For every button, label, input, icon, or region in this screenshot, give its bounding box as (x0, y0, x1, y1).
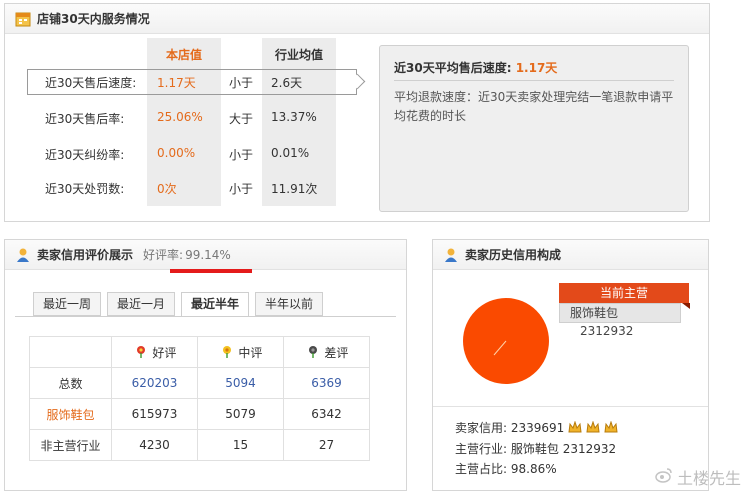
tooltip-description: 平均退款速度：近30天卖家处理完结一笔退款申请平均花费的时长 (394, 90, 674, 123)
tooltip-title: 近30天平均售后速度: 1.17天 (394, 59, 557, 76)
table-corner (29, 336, 112, 368)
store-service-header: 店铺30天内服务情况 (5, 4, 709, 34)
credit-history-panel: 卖家历史信用构成 当前主营 服饰鞋包 2312932 卖家信用: 2339691… (432, 239, 709, 491)
main-category-value: 2312932 (580, 324, 634, 338)
yellow-flower-icon (219, 345, 235, 360)
red-flower-icon (133, 345, 149, 360)
industry-value: 2.6天 (271, 76, 303, 90)
row-label-total: 总数 (29, 367, 112, 399)
category-neutral: 5079 (197, 398, 284, 430)
row-label[interactable]: 近30天处罚数: (45, 180, 124, 197)
credit-history-title: 卖家历史信用构成 (465, 248, 562, 262)
history-divider (433, 406, 708, 407)
compare-text: 大于 (229, 112, 254, 126)
header-good-label: 好评 (152, 345, 177, 360)
industry-value: 11.91次 (271, 182, 318, 196)
header-neutral: 中评 (197, 336, 284, 368)
category-good: 615973 (111, 398, 198, 430)
compare-text: 小于 (229, 182, 254, 196)
header-neutral-label: 中评 (238, 345, 263, 360)
rating-table: 好评 中评 差评 总数 620203 5094 6369 服饰鞋包 615973… (29, 336, 370, 461)
current-main-tag: 当前主营 (559, 283, 690, 309)
non-main-neutral: 15 (197, 429, 284, 461)
watermark: 土楼先生 (655, 465, 741, 489)
header-good: 好评 (111, 336, 198, 368)
main-industry-value: 服饰鞋包 2312932 (510, 442, 617, 456)
row-label[interactable]: 近30天售后率: (45, 110, 124, 127)
row-label[interactable]: 近30天售后速度: (45, 74, 136, 91)
good-rate-underline (170, 269, 252, 273)
user-icon (443, 247, 459, 263)
main-ratio-line: 主营占比: 98.86% (455, 460, 557, 477)
credit-pie-chart (463, 298, 549, 384)
row-label-category: 服饰鞋包 (29, 398, 112, 430)
main-industry-label: 主营行业: (455, 442, 508, 456)
total-good[interactable]: 620203 (111, 367, 198, 399)
table-row: 总数 620203 5094 6369 (29, 367, 370, 399)
non-main-good: 4230 (111, 429, 198, 461)
seller-credit-title: 卖家信用评价展示 (37, 248, 134, 262)
tab-last-week[interactable]: 最近一周 (33, 292, 101, 316)
store-value: 1.17天 (157, 76, 196, 90)
category-bad: 6342 (283, 398, 370, 430)
crown-icon (586, 420, 600, 435)
good-rate-label: 好评率: (143, 248, 184, 262)
weibo-icon (655, 467, 673, 487)
watermark-text: 土楼先生 (676, 469, 741, 488)
industry-value: 13.37% (271, 110, 317, 124)
total-neutral[interactable]: 5094 (197, 367, 284, 399)
tooltip-divider (394, 80, 674, 81)
store-service-title: 店铺30天内服务情况 (37, 12, 150, 26)
non-main-bad: 27 (283, 429, 370, 461)
good-rate-value: 99.14% (185, 247, 231, 262)
compare-text: 小于 (229, 76, 254, 90)
header-bad-label: 差评 (324, 345, 349, 360)
seller-credit-panel: 卖家信用评价展示 好评率: 99.14% 最近一周 最近一月 最近半年 半年以前… (4, 239, 407, 491)
crown-icon (568, 420, 582, 435)
tab-baseline (15, 316, 396, 317)
table-row: 服饰鞋包 615973 5079 6342 (29, 398, 370, 430)
header-bad: 差评 (283, 336, 370, 368)
seller-credit-line: 卖家信用: 2339691 (455, 419, 618, 436)
store-value-header: 本店值 (165, 48, 202, 62)
main-category-tag: 服饰鞋包 2312932 (559, 303, 681, 338)
seller-credit-label: 卖家信用: (455, 421, 508, 435)
store-value: 0次 (157, 182, 177, 196)
main-category-name: 服饰鞋包 (570, 306, 619, 320)
compare-text: 小于 (229, 148, 254, 162)
main-ratio-value: 98.86% (510, 462, 557, 476)
tooltip-title-value: 1.17天 (515, 61, 558, 75)
row-label[interactable]: 近30天纠纷率: (45, 146, 124, 163)
seller-credit-header: 卖家信用评价展示 好评率: 99.14% (5, 240, 406, 270)
metric-tooltip: 近30天平均售后速度: 1.17天 平均退款速度：近30天卖家处理完结一笔退款申… (379, 45, 689, 212)
table-header-row: 好评 中评 差评 (29, 336, 370, 368)
store-value: 0.00% (157, 146, 196, 160)
main-industry-line: 主营行业: 服饰鞋包 2312932 (455, 440, 616, 457)
total-bad[interactable]: 6369 (283, 367, 370, 399)
industry-value: 0.01% (271, 146, 310, 160)
store-value: 25.06% (157, 110, 203, 124)
crown-icon (604, 420, 618, 435)
dark-flower-icon (305, 345, 321, 360)
main-ratio-label: 主营占比: (455, 462, 508, 476)
credit-history-header: 卖家历史信用构成 (433, 240, 708, 270)
tab-last-half-year[interactable]: 最近半年 (181, 292, 249, 317)
user-icon (15, 247, 31, 263)
table-row: 非主营行业 4230 15 27 (29, 429, 370, 461)
seller-credit-value: 2339691 (510, 421, 565, 435)
row-label-non-main: 非主营行业 (29, 429, 112, 461)
calendar-icon (15, 11, 31, 27)
tooltip-title-label: 近30天平均售后速度: (394, 61, 512, 75)
industry-avg-header: 行业均值 (274, 48, 323, 62)
tab-last-month[interactable]: 最近一月 (107, 292, 175, 316)
tab-before-half-year[interactable]: 半年以前 (255, 292, 323, 316)
store-service-panel: 店铺30天内服务情况 本店值 行业均值 近30天售后速度: 1.17天 小于 2… (4, 3, 710, 222)
